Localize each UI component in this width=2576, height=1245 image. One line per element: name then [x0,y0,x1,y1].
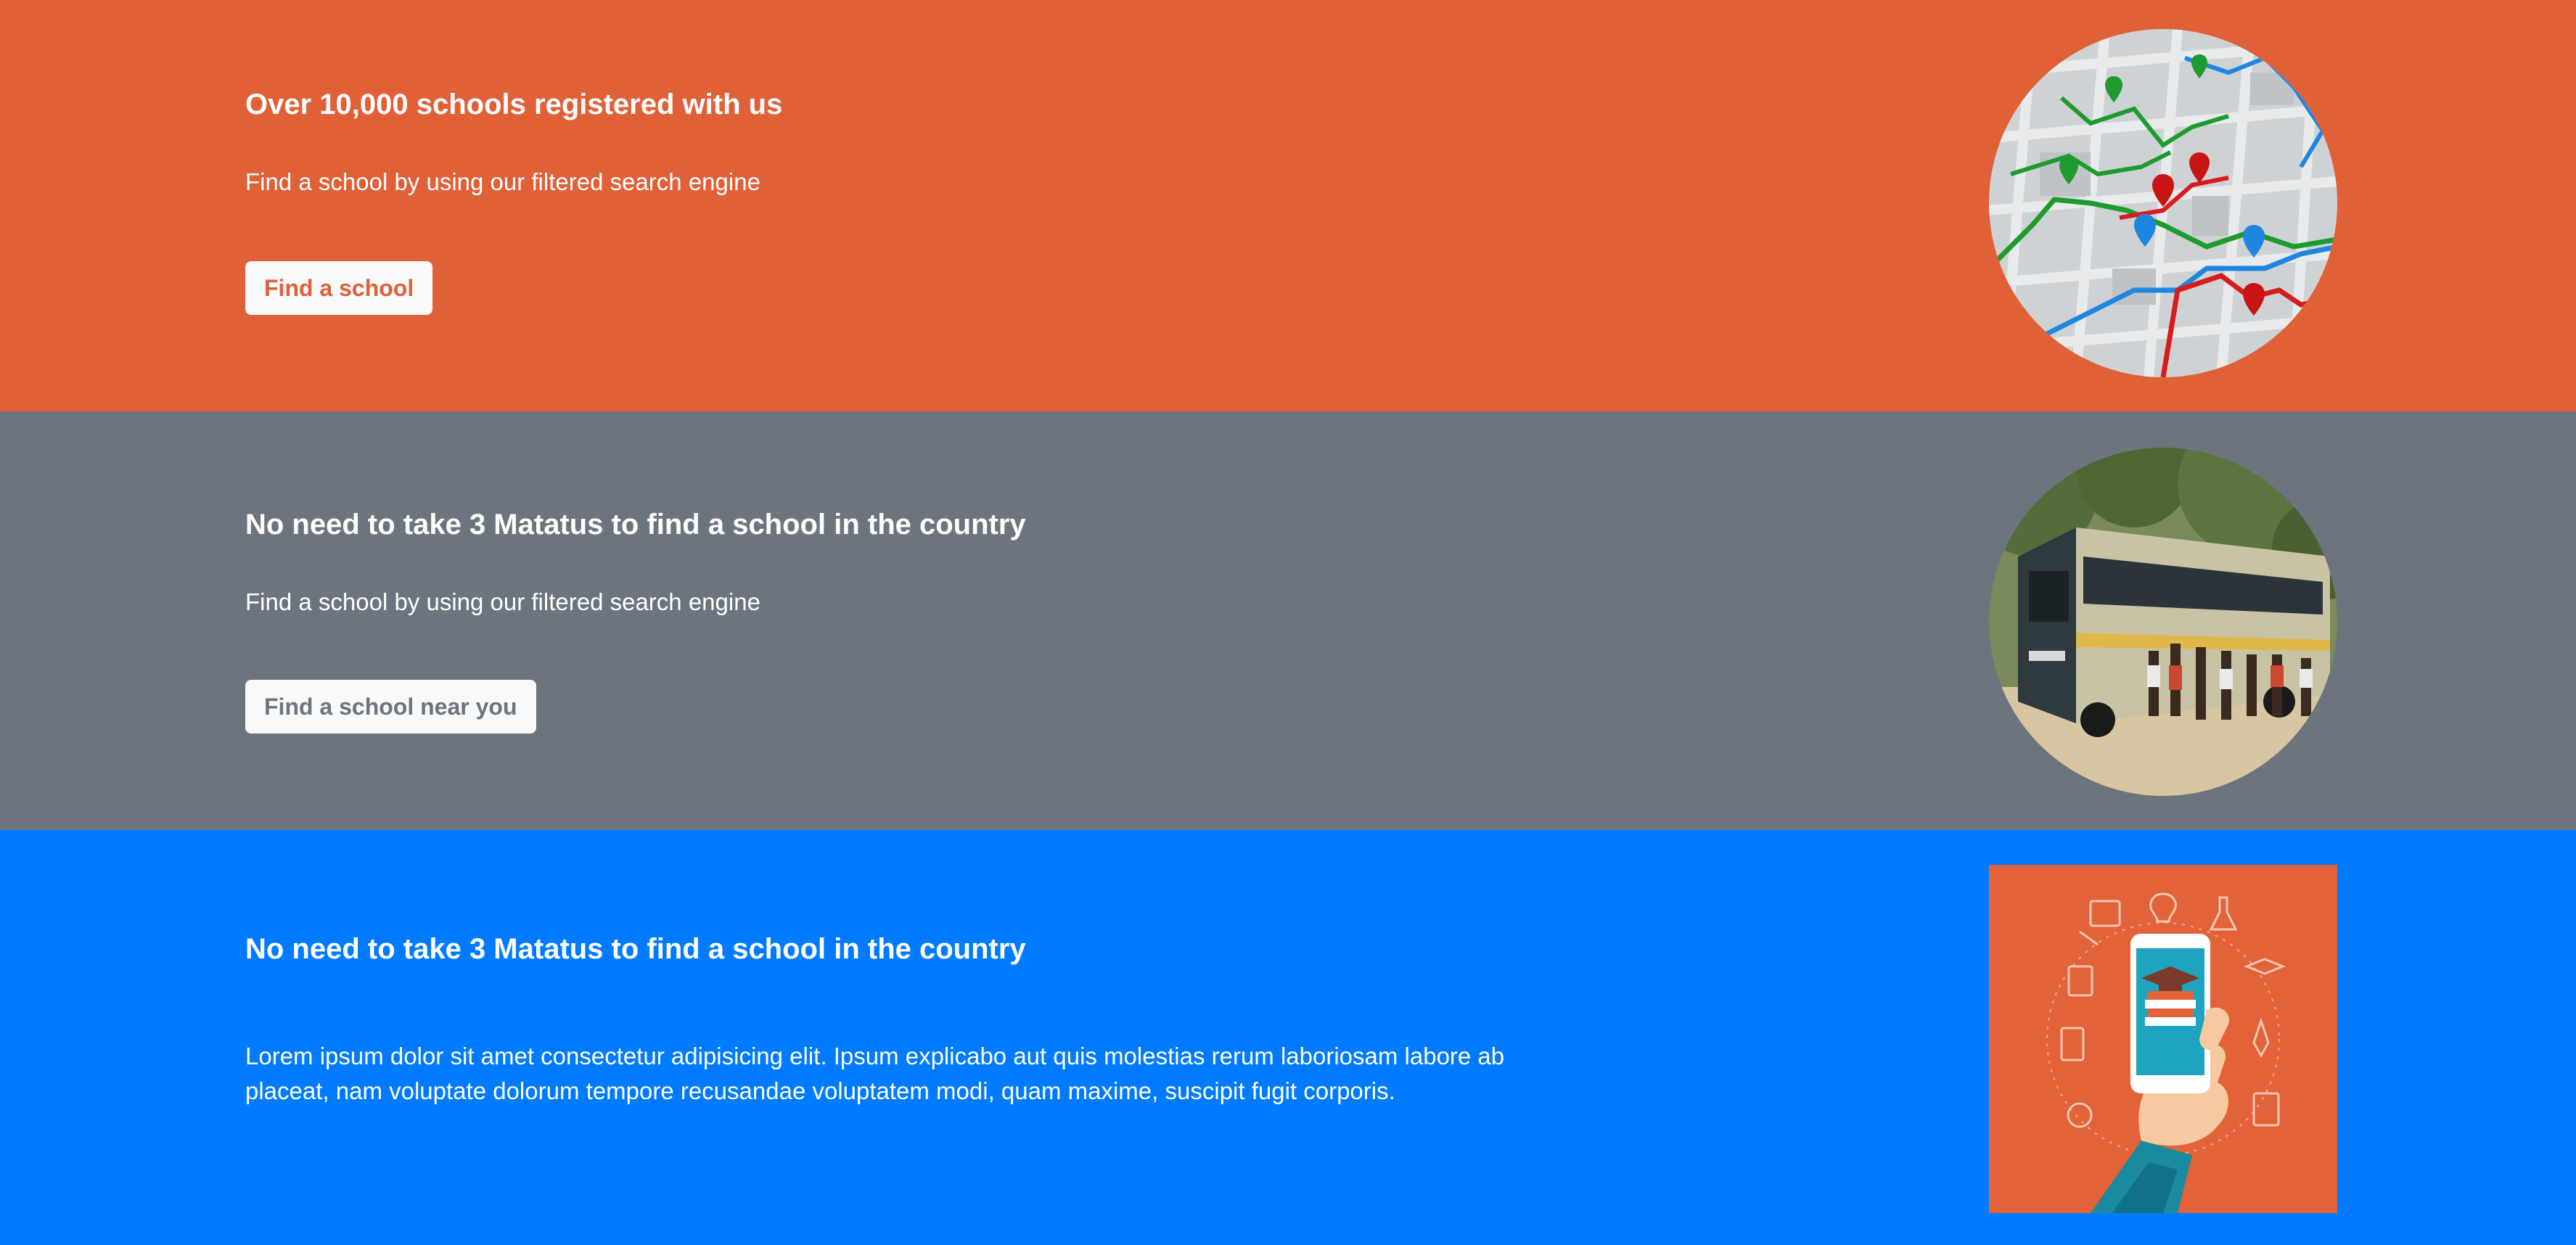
section-subtitle: Find a school by using our filtered sear… [245,588,760,615]
section-text: No need to take 3 Matatus to find a scho… [245,932,1588,1109]
mobile-learning-illustration [1989,865,2337,1213]
section-subtitle: Find a school by using our filtered sear… [245,168,760,195]
hero-section-matatus: No need to take 3 Matatus to find a scho… [0,411,2576,830]
bus-crowd-image [1989,448,2337,796]
find-school-button[interactable]: Find a school [245,261,433,315]
map-route-image [1989,29,2337,377]
section-paragraph: Lorem ipsum dolor sit amet consectetur a… [245,1043,1505,1104]
section-title: No need to take 3 Matatus to find a scho… [245,933,1026,965]
section-text: No need to take 3 Matatus to find a scho… [245,507,1588,617]
hero-section-schools: Over 10,000 schools registered with us F… [0,0,2576,411]
section-text: Over 10,000 schools registered with us F… [245,87,1588,197]
section-title: Over 10,000 schools registered with us [245,89,783,120]
find-school-near-you-button[interactable]: Find a school near you [245,680,536,734]
info-section: No need to take 3 Matatus to find a scho… [0,830,2576,1245]
section-title: No need to take 3 Matatus to find a scho… [245,509,1026,541]
